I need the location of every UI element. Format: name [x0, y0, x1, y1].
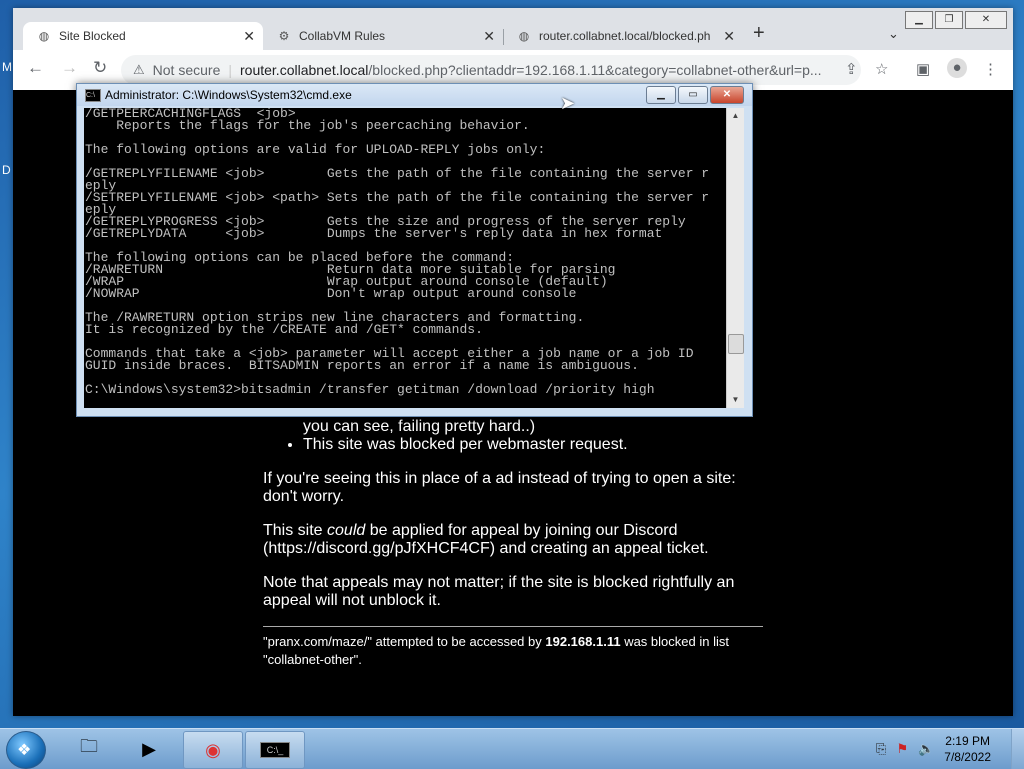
mouse-pointer-icon: ➤ [560, 93, 576, 113]
show-desktop-button[interactable] [1011, 729, 1024, 769]
address-bar[interactable]: ⚠ Not secure | router.collabnet.local/bl… [121, 55, 861, 85]
tab-title: router.collabnet.local/blocked.ph [539, 29, 711, 43]
new-tab-button[interactable]: + [753, 22, 765, 45]
clock[interactable]: 2:19 PM 7/8/2022 [944, 733, 991, 765]
collabvm-icon: ⚙ [278, 29, 290, 43]
console-scrollbar[interactable]: ▲ ▼ [726, 108, 744, 408]
tab-close-icon[interactable]: ✕ [723, 28, 735, 45]
blocked-info: you can see, failing pretty hard..) This… [263, 418, 763, 669]
tab-router-blocked[interactable]: ◍ router.collabnet.local/blocked.ph ✕ [503, 22, 743, 50]
tab-close-icon[interactable]: ✕ [243, 28, 255, 45]
url-host: router.collabnet.local [240, 62, 369, 78]
action-center-icon[interactable]: ⚑ [896, 741, 908, 757]
taskbar-cmd[interactable]: C:\_ [245, 731, 305, 769]
cmd-icon: C:\ [85, 89, 101, 102]
media-player-icon: ▶ [142, 738, 156, 759]
cmd-minimize-button[interactable]: ▁ [646, 86, 676, 104]
cmd-window-controls: ▁ ▭ ✕ [644, 86, 744, 104]
omnibox-divider: | [228, 62, 232, 78]
console-output[interactable]: /GETPEERCACHINGFLAGS <job> Reports the f… [84, 108, 726, 408]
divider [263, 626, 763, 627]
forward-arrow-icon[interactable]: → [61, 58, 78, 78]
profile-avatar-icon[interactable]: ● [947, 58, 967, 78]
volume-icon[interactable]: 🔈 [918, 741, 934, 757]
reason-list: you can see, failing pretty hard..) This… [263, 418, 763, 454]
console-text: /GETPEERCACHINGFLAGS <job> Reports the f… [85, 108, 710, 397]
share-icon[interactable]: ⇪ [845, 60, 858, 78]
taskbar: ❖ 🗀 ▶ ◉ C:\_ ⎘ ⚑ 🔈 2:19 PM 7/8/2022 [0, 728, 1024, 769]
reload-icon[interactable]: ↻ [93, 58, 107, 78]
chrome-icon: ◉ [205, 739, 221, 760]
url-text: router.collabnet.local/blocked.php?clien… [240, 62, 822, 78]
tab-collabvm-rules[interactable]: ⚙ CollabVM Rules ✕ [263, 22, 503, 50]
cmd-title: Administrator: C:\Windows\System32\cmd.e… [105, 88, 352, 102]
back-arrow-icon[interactable]: ← [27, 58, 44, 78]
globe-icon: ◍ [518, 29, 530, 43]
appeal-paragraph: This site could be applied for appeal by… [263, 522, 763, 558]
cmd-maximize-button[interactable]: ▭ [678, 86, 708, 104]
taskbar-media-player[interactable]: ▶ [120, 731, 178, 767]
desktop-icon-label: M [2, 60, 12, 74]
system-tray: ⎘ ⚑ 🔈 2:19 PM 7/8/2022 [876, 729, 1024, 769]
footer-text: "pranx.com/maze/" attempted to be access… [263, 634, 546, 649]
start-button[interactable]: ❖ [6, 731, 46, 769]
reason-item: you can see, failing pretty hard..) [303, 418, 536, 435]
url-path: /blocked.php?clientaddr=192.168.1.11&cat… [368, 62, 822, 78]
cmd-window[interactable]: C:\ Administrator: C:\Windows\System32\c… [76, 83, 753, 417]
desktop-icon-label: D [2, 163, 11, 177]
scroll-up-icon[interactable]: ▲ [727, 108, 744, 124]
globe-icon: ◍ [38, 29, 50, 43]
menu-kebab-icon[interactable]: ⋮ [983, 60, 998, 78]
cmd-close-button[interactable]: ✕ [710, 86, 744, 104]
reason-item: This site was blocked per webmaster requ… [303, 436, 763, 454]
bookmark-star-icon[interactable]: ☆ [875, 60, 888, 78]
scroll-down-icon[interactable]: ▼ [727, 392, 744, 408]
tab-title: CollabVM Rules [299, 29, 386, 43]
network-icon[interactable]: ⎘ [876, 741, 886, 757]
taskbar-explorer[interactable]: 🗀 [60, 731, 118, 767]
clock-time: 2:19 PM [945, 734, 990, 748]
tab-title: Site Blocked [59, 29, 126, 43]
tab-site-blocked[interactable]: ◍ Site Blocked ✕ [23, 22, 263, 50]
tab-close-icon[interactable]: ✕ [483, 28, 495, 45]
info-paragraph: If you're seeing this in place of a ad i… [263, 470, 736, 505]
cmd-icon: C:\_ [259, 742, 291, 758]
cmd-titlebar[interactable]: C:\ Administrator: C:\Windows\System32\c… [77, 84, 752, 106]
block-footer: "pranx.com/maze/" attempted to be access… [263, 633, 763, 669]
appeal-text: This site [263, 522, 328, 539]
tab-strip: ◍ Site Blocked ✕ ⚙ CollabVM Rules ✕ ◍ ro… [13, 22, 1013, 50]
footer-ip: 192.168.1.11 [545, 634, 621, 649]
note-paragraph: Note that appeals may not matter; if the… [263, 574, 735, 609]
appeal-emphasis: could [327, 522, 366, 539]
taskbar-chrome[interactable]: ◉ [183, 731, 243, 769]
clock-date: 7/8/2022 [944, 750, 991, 764]
scroll-thumb[interactable] [728, 334, 744, 354]
security-label[interactable]: Not secure [153, 62, 221, 78]
folder-icon: 🗀 [80, 736, 98, 756]
tab-search-chevron-icon[interactable]: ⌄ [888, 26, 899, 42]
side-panel-icon[interactable]: ▣ [916, 60, 930, 78]
warning-icon: ⚠ [133, 62, 145, 77]
windows-logo-icon: ❖ [17, 742, 32, 759]
